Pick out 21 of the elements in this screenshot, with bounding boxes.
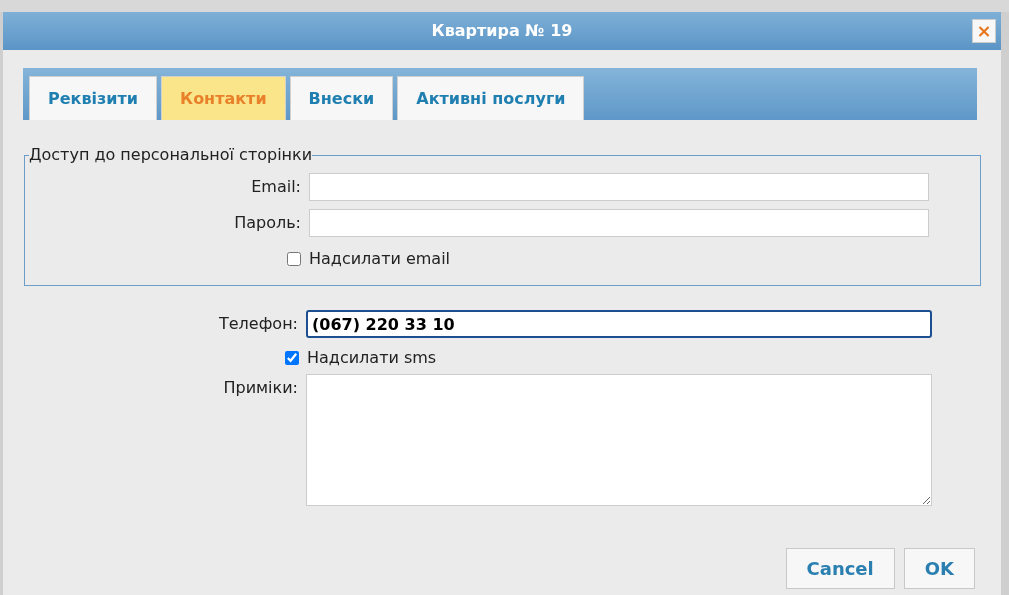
checkbox[interactable] [285,351,299,365]
ok-button[interactable]: OK [903,548,975,589]
close-button[interactable]: × [972,19,996,43]
checkbox[interactable] [287,252,301,266]
field-label: Приміки: [222,377,298,399]
input-field[interactable] [309,173,929,201]
cancel-button[interactable]: Cancel [785,548,895,589]
field-label: Email: [250,176,301,198]
tab[interactable]: Реквізити [29,76,158,120]
group-legend: Доступ до персональної сторінки [29,145,313,165]
tab[interactable]: Внески [289,76,394,120]
checkbox-label: Надсилати sms [307,347,437,369]
field-label: Пароль: [233,212,301,234]
input-field[interactable] [309,209,929,237]
checkbox-label: Надсилати email [309,248,451,270]
window-title: Квартира № 19 [431,21,573,41]
tab[interactable]: Активні послуги [397,76,585,120]
field-label: Телефон: [218,313,298,335]
tab[interactable]: Контакти [161,76,286,120]
phone-field[interactable]: (067) 220 33 10 [306,310,932,338]
notes-field[interactable] [306,374,932,506]
